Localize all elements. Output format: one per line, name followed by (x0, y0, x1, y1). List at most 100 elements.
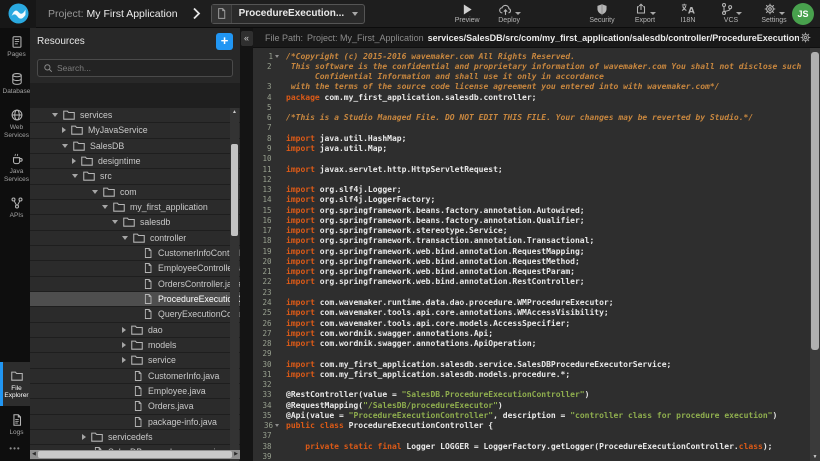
collapse-panel-button[interactable]: « (241, 31, 253, 46)
tree-item-label: Orders.java (148, 401, 193, 411)
expand-arrow-icon[interactable] (62, 127, 66, 133)
code-text: @RequestMapping("/SalesDB/procedureExecu… (280, 401, 810, 410)
rail-overflow-button[interactable]: ••• (0, 444, 30, 461)
tree-item-myjavaservice[interactable]: MyJavaService (30, 123, 240, 138)
search-box[interactable] (37, 59, 233, 77)
rail-item-java-services[interactable]: Java Services (0, 145, 30, 189)
rail-item-web-services[interactable]: Web Services (0, 101, 30, 145)
tree-item-designtime[interactable]: designtime (30, 154, 240, 169)
editor-scrollbar[interactable]: ▼ (810, 48, 820, 461)
line-number: 33 (253, 390, 280, 399)
export-button[interactable]: Export (631, 3, 659, 24)
deploy-button[interactable]: Deploy (495, 3, 523, 24)
tree-vertical-scrollbar[interactable]: ▲ ▼ (230, 108, 239, 461)
gear-icon (763, 2, 777, 16)
collapse-arrow-icon[interactable] (102, 205, 108, 209)
vcs-branch-icon (720, 2, 734, 16)
tree-item-salesdb[interactable]: salesdb (30, 215, 240, 230)
folder-icon (90, 430, 104, 444)
code-text: import com.wavemaker.tools.api.core.anno… (280, 308, 810, 317)
expand-arrow-icon[interactable] (122, 357, 126, 363)
line-number: 30 (253, 360, 280, 369)
tree-item-my-first-application[interactable]: my_first_application (30, 200, 240, 215)
line-number: 39 (253, 452, 280, 461)
code-line: 26import com.wavemaker.tools.api.core.mo… (253, 318, 810, 328)
tree-item-employee-java[interactable]: Employee.java (30, 384, 240, 399)
code-fold-icon[interactable] (275, 55, 279, 58)
folder-icon (10, 369, 24, 383)
tree-item-queryexecutioncontroller-java[interactable]: QueryExecutionController.java (30, 307, 240, 322)
line-number: 4 (253, 93, 280, 102)
collapse-arrow-icon[interactable] (52, 113, 58, 117)
expand-arrow-icon[interactable] (122, 342, 126, 348)
tree-item-dao[interactable]: dao (30, 323, 240, 338)
avatar[interactable]: JS (792, 3, 814, 25)
rail-item-pages[interactable]: Pages (0, 28, 30, 65)
code-line: 14import org.slf4j.LoggerFactory; (253, 195, 810, 205)
search-input[interactable] (57, 63, 227, 73)
tree-item-com[interactable]: com (30, 185, 240, 200)
code-editor[interactable]: 1/*Copyright (c) 2015-2016 wavemaker.com… (253, 48, 810, 461)
code-text: import org.springframework.web.bind.anno… (280, 247, 810, 256)
preview-label: Preview (455, 17, 480, 24)
scroll-up-icon[interactable]: ▲ (230, 108, 239, 117)
open-file-dropdown[interactable]: ProcedureExecution... (211, 4, 366, 24)
resources-title: Resources (37, 36, 85, 47)
editor-scroll-thumb[interactable] (811, 52, 819, 350)
line-number: 38 (253, 442, 280, 451)
rail-item-label: Logs (3, 429, 31, 437)
tree-vscroll-thumb[interactable] (231, 144, 238, 236)
rail-item-apis[interactable]: APIs (0, 189, 30, 226)
collapse-arrow-icon[interactable] (112, 220, 118, 224)
line-number: 1 (253, 52, 280, 61)
folder-icon (62, 108, 76, 122)
i18n-button[interactable]: AI18N (674, 3, 702, 24)
scroll-right-icon[interactable]: ▶ (234, 450, 238, 459)
tree-item-src[interactable]: src (30, 169, 240, 184)
expand-arrow-icon[interactable] (72, 158, 76, 164)
rail-item-logs[interactable]: Logs (0, 406, 30, 443)
collapse-arrow-icon[interactable] (72, 174, 78, 178)
tree-item-orders-java[interactable]: Orders.java (30, 399, 240, 414)
tree-hscroll-thumb[interactable] (38, 451, 232, 458)
tree-item-controller[interactable]: controller (30, 231, 240, 246)
tree-item-procedureexecutioncontroller-java[interactable]: ProcedureExecutionController.java (30, 292, 240, 307)
add-resource-button[interactable]: + (216, 33, 233, 50)
tree-item-label: servicedefs (108, 432, 153, 442)
primary-actions: Preview Deploy (453, 3, 523, 24)
tree-item-label: dao (148, 325, 163, 335)
tree-item-customerinfo-java[interactable]: CustomerInfo.java (30, 369, 240, 384)
code-text: import org.springframework.beans.factory… (280, 206, 810, 215)
expand-arrow-icon[interactable] (122, 327, 126, 333)
line-number: 12 (253, 175, 280, 184)
scroll-left-icon[interactable]: ◀ (32, 450, 36, 459)
tree-item-employeecontroller-java[interactable]: EmployeeController.java (30, 261, 240, 276)
expand-arrow-icon[interactable] (82, 434, 86, 440)
settings-button[interactable]: Settings (760, 3, 788, 24)
tree-item-package-info-java[interactable]: package-info.java (30, 415, 240, 430)
tree-item-servicedefs[interactable]: servicedefs (30, 430, 240, 445)
code-text: import org.springframework.web.bind.anno… (280, 257, 810, 266)
file-path-value: services/SalesDB/src/com/my_first_applic… (428, 33, 799, 43)
tree-item-models[interactable]: models (30, 338, 240, 353)
code-text: private static final Logger LOGGER = Log… (280, 442, 810, 451)
collapse-arrow-icon[interactable] (62, 144, 68, 148)
collapse-arrow-icon[interactable] (92, 190, 98, 194)
editor-settings-gear-icon[interactable] (799, 31, 812, 44)
rail-item-file-explorer[interactable]: File Explorer (0, 362, 30, 406)
tree-item-service[interactable]: service (30, 353, 240, 368)
tree-item-label: CustomerInfoController.java (158, 248, 240, 258)
tree-item-customerinfocontroller-java[interactable]: CustomerInfoController.java (30, 246, 240, 261)
code-fold-icon[interactable] (275, 424, 279, 427)
tree-item-services[interactable]: services (30, 108, 240, 123)
tree-horizontal-scrollbar[interactable]: ◀ ▶ (30, 450, 240, 459)
security-button[interactable]: Security (588, 3, 616, 24)
code-text: import java.util.Map; (280, 144, 810, 153)
vcs-button[interactable]: VCS (717, 3, 745, 24)
preview-button[interactable]: Preview (453, 3, 481, 24)
collapse-arrow-icon[interactable] (122, 236, 128, 240)
tree-item-orderscontroller-java[interactable]: OrdersController.java (30, 277, 240, 292)
editor-scroll-down-icon[interactable]: ▼ (810, 454, 820, 460)
tree-item-salesdb[interactable]: SalesDB (30, 139, 240, 154)
rail-item-databases[interactable]: Databases (0, 65, 30, 102)
